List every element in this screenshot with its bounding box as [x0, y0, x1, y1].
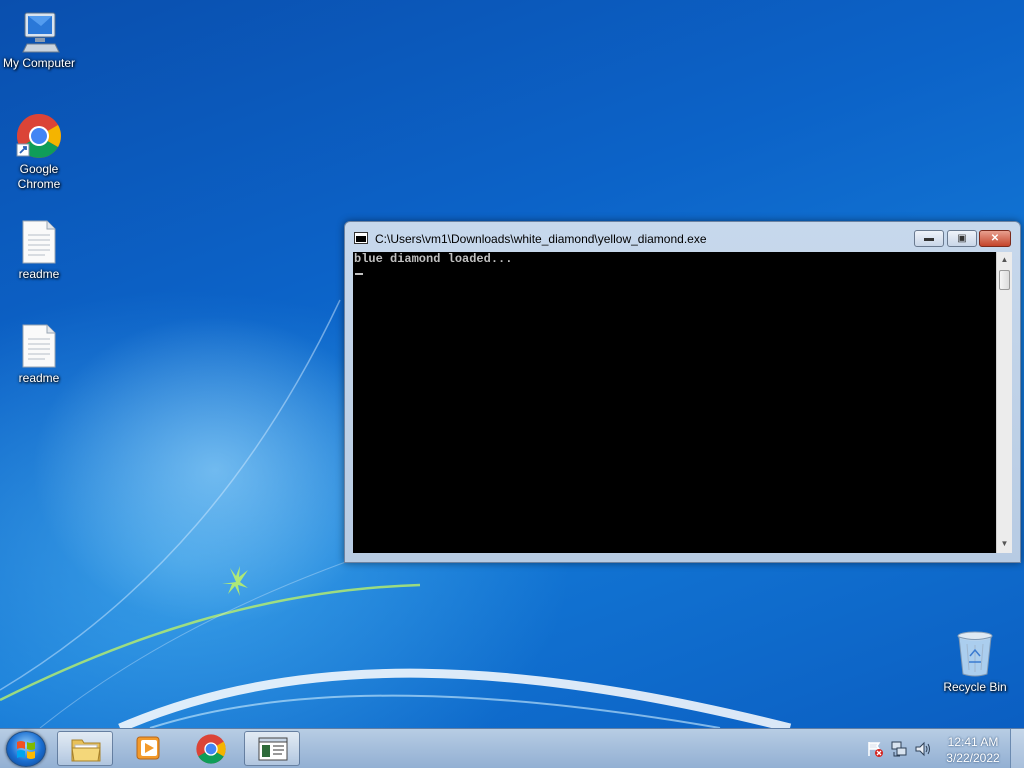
chrome-icon — [16, 114, 61, 158]
minimize-button[interactable]: ▬ — [914, 230, 944, 247]
console-output-line: blue diamond loaded... — [354, 252, 513, 266]
vertical-scrollbar[interactable]: ▲ ▼ — [996, 252, 1012, 553]
taskbar-file-explorer[interactable] — [57, 731, 113, 766]
console-window[interactable]: C:\Users\vm1\Downloads\white_diamond\yel… — [344, 221, 1021, 563]
text-file-icon — [22, 324, 56, 368]
desktop-icon-my-computer[interactable]: My Computer — [1, 10, 77, 71]
console-output-area[interactable]: blue diamond loaded... — [353, 252, 996, 553]
start-button[interactable] — [6, 731, 46, 767]
desktop-icon-label: readme — [18, 267, 60, 281]
scrollbar-thumb[interactable] — [999, 270, 1010, 290]
close-icon: ✕ — [990, 233, 1000, 244]
minimize-icon: ▬ — [924, 233, 934, 244]
desktop-icon-readme-1[interactable]: readme — [1, 219, 77, 282]
maximize-button[interactable]: ▣ — [947, 230, 977, 247]
scroll-up-arrow-icon[interactable]: ▲ — [997, 252, 1012, 268]
chrome-icon — [196, 734, 226, 764]
clock-date: 3/22/2022 — [946, 751, 1000, 765]
desktop-icon-readme-2[interactable]: readme — [1, 323, 77, 386]
network-icon[interactable] — [890, 740, 908, 758]
desktop-icon-label: Recycle Bin — [943, 680, 1007, 694]
clock-time: 12:41 AM — [947, 735, 999, 749]
desktop-icon-recycle-bin[interactable]: Recycle Bin — [937, 630, 1013, 695]
console-app-icon[interactable] — [354, 232, 368, 244]
windows-logo-icon — [17, 741, 35, 759]
taskbar-google-chrome[interactable] — [183, 731, 239, 766]
system-clock[interactable]: 12:41 AM 3/22/2022 — [938, 734, 1008, 766]
text-file-icon — [22, 220, 56, 264]
desktop-icon-google-chrome[interactable]: Google Chrome — [1, 112, 77, 192]
close-button[interactable]: ✕ — [979, 230, 1011, 247]
action-center-flag-icon[interactable] — [866, 740, 884, 758]
recycle-bin-icon — [957, 631, 993, 677]
taskbar-media-player[interactable] — [120, 731, 176, 766]
taskbar-console-window[interactable] — [244, 731, 300, 766]
computer-icon — [22, 12, 60, 53]
maximize-icon: ▣ — [957, 233, 967, 244]
desktop-icon-label: Google Chrome — [17, 162, 61, 191]
scroll-down-arrow-icon[interactable]: ▼ — [997, 536, 1012, 552]
window-title: C:\Users\vm1\Downloads\white_diamond\yel… — [375, 232, 707, 246]
desktop-icon-label: My Computer — [2, 56, 76, 70]
folder-icon — [71, 739, 101, 762]
desktop-icon-label: readme — [18, 371, 60, 385]
volume-icon[interactable] — [914, 740, 932, 758]
show-desktop-button[interactable] — [1010, 729, 1024, 768]
console-icon — [258, 737, 288, 761]
console-cursor — [355, 273, 363, 275]
taskbar: 12:41 AM 3/22/2022 — [0, 728, 1024, 768]
media-player-icon — [136, 736, 160, 760]
